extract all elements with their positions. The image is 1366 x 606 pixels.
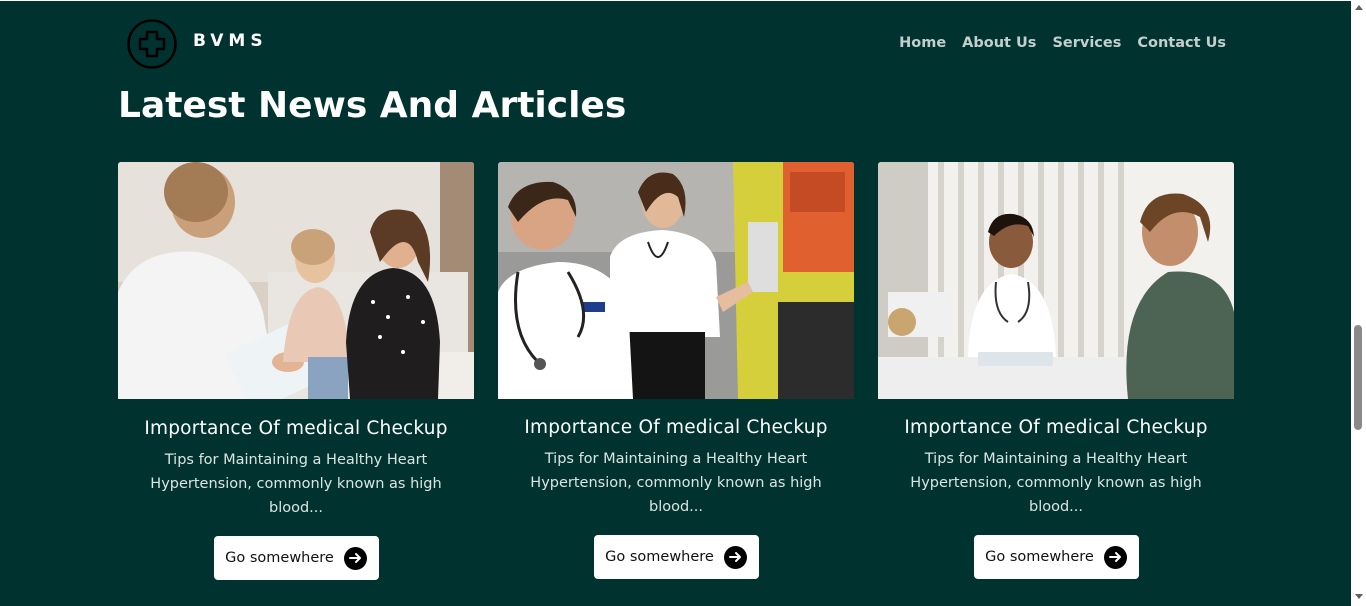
card-text: Tips for Maintaining a Healthy Heart Hyp… <box>910 451 1202 515</box>
main-nav: Home About Us Services Contact Us <box>899 35 1226 51</box>
section-title: Latest News And Articles <box>118 85 627 126</box>
card-text: Tips for Maintaining a Healthy Heart Hyp… <box>530 451 822 515</box>
brand-name[interactable]: BVMS <box>193 31 268 51</box>
arrow-right-circle-icon <box>723 545 747 569</box>
scrollbar-thumb[interactable] <box>1354 325 1362 430</box>
button-label: Go somewhere <box>225 550 334 566</box>
doctor-consulting-mother-and-daughter-photo <box>118 162 474 399</box>
scroll-up-arrow-icon[interactable] <box>1355 5 1363 10</box>
article-card: Importance Of medical Checkup Tips for M… <box>878 162 1234 579</box>
nav-about-us[interactable]: About Us <box>962 35 1036 51</box>
medical-cross-icon[interactable] <box>127 19 177 69</box>
nav-contact-us[interactable]: Contact Us <box>1137 35 1226 51</box>
page: BVMS Home About Us Services Contact Us L… <box>0 1 1351 606</box>
paramedics-at-ambulance-photo <box>498 162 854 399</box>
vertical-scrollbar[interactable] <box>1351 0 1366 606</box>
go-somewhere-button[interactable]: Go somewhere <box>973 535 1139 579</box>
card-title: Importance Of medical Checkup <box>904 417 1208 438</box>
article-card: Importance Of medical Checkup Tips for M… <box>118 162 474 580</box>
card-text: Tips for Maintaining a Healthy Heart Hyp… <box>150 452 442 516</box>
button-label: Go somewhere <box>985 549 1094 565</box>
card-title: Importance Of medical Checkup <box>524 417 828 438</box>
article-card: Importance Of medical Checkup Tips for M… <box>498 162 854 579</box>
doctor-with-patient-at-desk-photo <box>878 162 1234 399</box>
nav-services[interactable]: Services <box>1052 35 1121 51</box>
scroll-down-arrow-icon[interactable] <box>1355 594 1363 599</box>
button-label: Go somewhere <box>605 549 714 565</box>
nav-home[interactable]: Home <box>899 35 946 51</box>
card-title: Importance Of medical Checkup <box>144 418 448 439</box>
arrow-right-circle-icon <box>343 546 367 570</box>
go-somewhere-button[interactable]: Go somewhere <box>213 536 379 580</box>
go-somewhere-button[interactable]: Go somewhere <box>593 535 759 579</box>
arrow-right-circle-icon <box>1103 545 1127 569</box>
